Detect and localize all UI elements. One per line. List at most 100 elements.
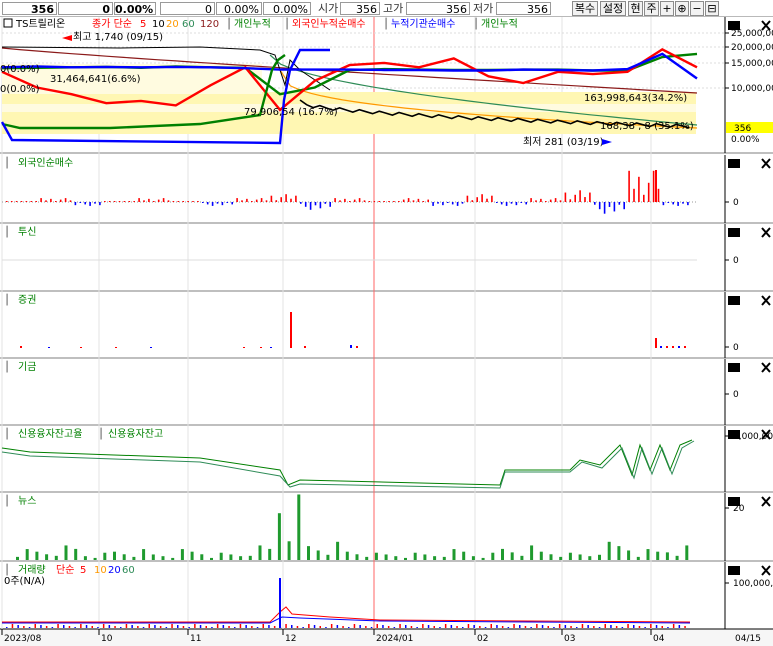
volume-bar [285, 624, 287, 628]
stock-chart[interactable]: 2023/08 10 11 12 2024/01 02 03 04 04/15 25,000,00… [0, 0, 773, 646]
zero-tick-label: 0 [733, 256, 739, 266]
foreign-bar [128, 201, 131, 202]
panel-title-divider: ┃ [4, 427, 10, 440]
volume-bar [547, 626, 549, 628]
news-bar [665, 552, 669, 560]
securities-bar [684, 346, 686, 348]
foreign-bar [574, 194, 576, 202]
multi-button[interactable]: 복수 [572, 1, 598, 16]
foreign-bar [270, 195, 273, 202]
foreign-bar [618, 202, 621, 205]
news-bar [54, 555, 58, 560]
volume-bar [85, 625, 88, 628]
foreign-bar [280, 197, 282, 202]
panel-title-divider: ┃ [4, 494, 10, 507]
current-price: 356 [2, 2, 57, 16]
date-label: 04 [653, 634, 665, 644]
foreign-bar [167, 200, 170, 202]
panel-title-divider: ┃ [4, 225, 10, 238]
news-tick-label: 20 [733, 504, 745, 514]
foreign-bar [197, 201, 199, 202]
foreign-bar [89, 202, 91, 206]
volume-bar [519, 625, 521, 628]
volume-bar [228, 626, 230, 628]
zoom-in-icon[interactable]: ⊕ [675, 1, 689, 16]
price-tick-label: 15,000,00 [731, 59, 773, 69]
news-bar [646, 549, 650, 560]
volume-bar [593, 626, 595, 628]
securities-bar [270, 347, 272, 348]
news-bar [297, 494, 301, 560]
settings-button[interactable]: 설정 [600, 1, 626, 16]
foreign-bar [10, 201, 13, 202]
foreign-bar [647, 182, 650, 202]
foreign-bar [447, 202, 449, 203]
foreign-bar [510, 202, 513, 204]
securities-bar [304, 346, 306, 348]
foreign-bar [549, 199, 552, 202]
foreign-bar [456, 202, 459, 206]
volume-bar [365, 626, 367, 628]
news-bar [607, 541, 611, 560]
news-bar [171, 557, 175, 560]
date-label: 02 [477, 634, 488, 644]
open-value: 356 [340, 2, 380, 16]
foreign-bar [491, 195, 493, 202]
volume-bar [524, 626, 527, 628]
volume-bar [382, 625, 384, 628]
panel-title-divider: ┃ [4, 360, 10, 373]
foreign-bar [162, 198, 165, 202]
foreign-bar [113, 201, 116, 202]
price-tick-label: 25,000,00 [731, 29, 773, 39]
foreign-bar [206, 202, 209, 205]
foreign-bar [682, 202, 684, 204]
band-annotation: 163,998,643(34.2%) [584, 93, 687, 104]
foreign-bar [442, 202, 444, 206]
volume-bar [627, 624, 629, 628]
news-bar [471, 556, 475, 560]
date-label: 11 [190, 634, 201, 644]
news-bar [122, 554, 126, 560]
volume-ma-period: 5 [80, 565, 86, 576]
securities-bar [115, 347, 117, 348]
volume-bar [211, 627, 213, 628]
news-bar [345, 551, 349, 560]
foreign-bar [25, 201, 28, 202]
foreign-bar [153, 201, 155, 202]
foreign-bar [221, 202, 224, 206]
volume-bar [57, 624, 59, 628]
date-label: 10 [101, 634, 113, 644]
volume-bar [638, 626, 641, 628]
news-bar [307, 546, 310, 560]
foreign-bar [295, 195, 297, 202]
news-bar [16, 556, 19, 560]
panel-menu-icon [728, 228, 740, 237]
foreign-bar [515, 202, 518, 206]
value-pct: 0.00% [263, 2, 311, 16]
foreign-bar [417, 198, 420, 202]
volume-bar [17, 625, 19, 628]
volume-bar [530, 627, 532, 628]
stock-button[interactable]: 주 [644, 1, 659, 16]
foreign-bar [20, 201, 23, 202]
volume-bar [564, 625, 567, 628]
foreign-bar [427, 199, 429, 202]
volume-bar [393, 627, 396, 628]
panel-title-divider: ┃ [4, 156, 10, 169]
date-label: 03 [564, 634, 575, 644]
foreign-bar [535, 200, 537, 202]
volume-bar [142, 627, 145, 628]
date-label: 2024/01 [376, 634, 413, 644]
foreign-bar [584, 197, 586, 202]
legend-stock-name: TS트릴리온 [15, 17, 65, 30]
volume-bar [308, 624, 310, 628]
foreign-bar [422, 201, 425, 202]
zoom-out-icon[interactable]: − [690, 1, 704, 16]
current-button[interactable]: 현 [628, 1, 643, 16]
volume-bar [68, 626, 71, 628]
volume-bar [302, 627, 304, 628]
window-icon[interactable]: ⊟ [705, 1, 719, 16]
volume-bar [633, 625, 635, 628]
date-label: 2023/08 [4, 634, 42, 644]
crosshair-icon[interactable]: + [660, 1, 674, 16]
